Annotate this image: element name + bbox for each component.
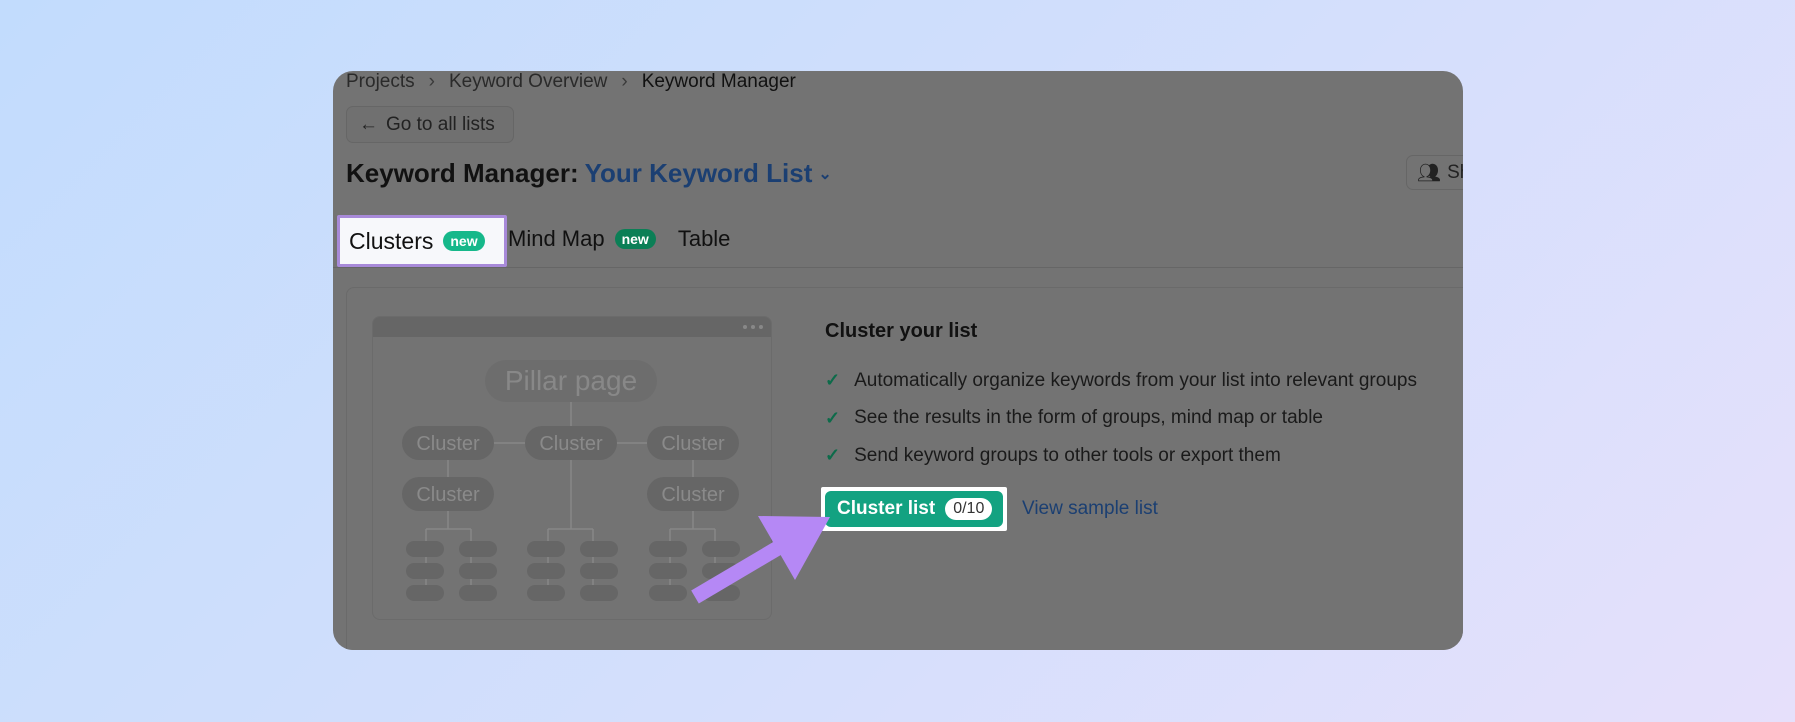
screenshot-card: Projects › Keyword Overview › Keyword Ma… — [333, 71, 1463, 650]
background: Projects › Keyword Overview › Keyword Ma… — [0, 0, 1795, 722]
pointer-arrow-icon — [691, 516, 830, 604]
